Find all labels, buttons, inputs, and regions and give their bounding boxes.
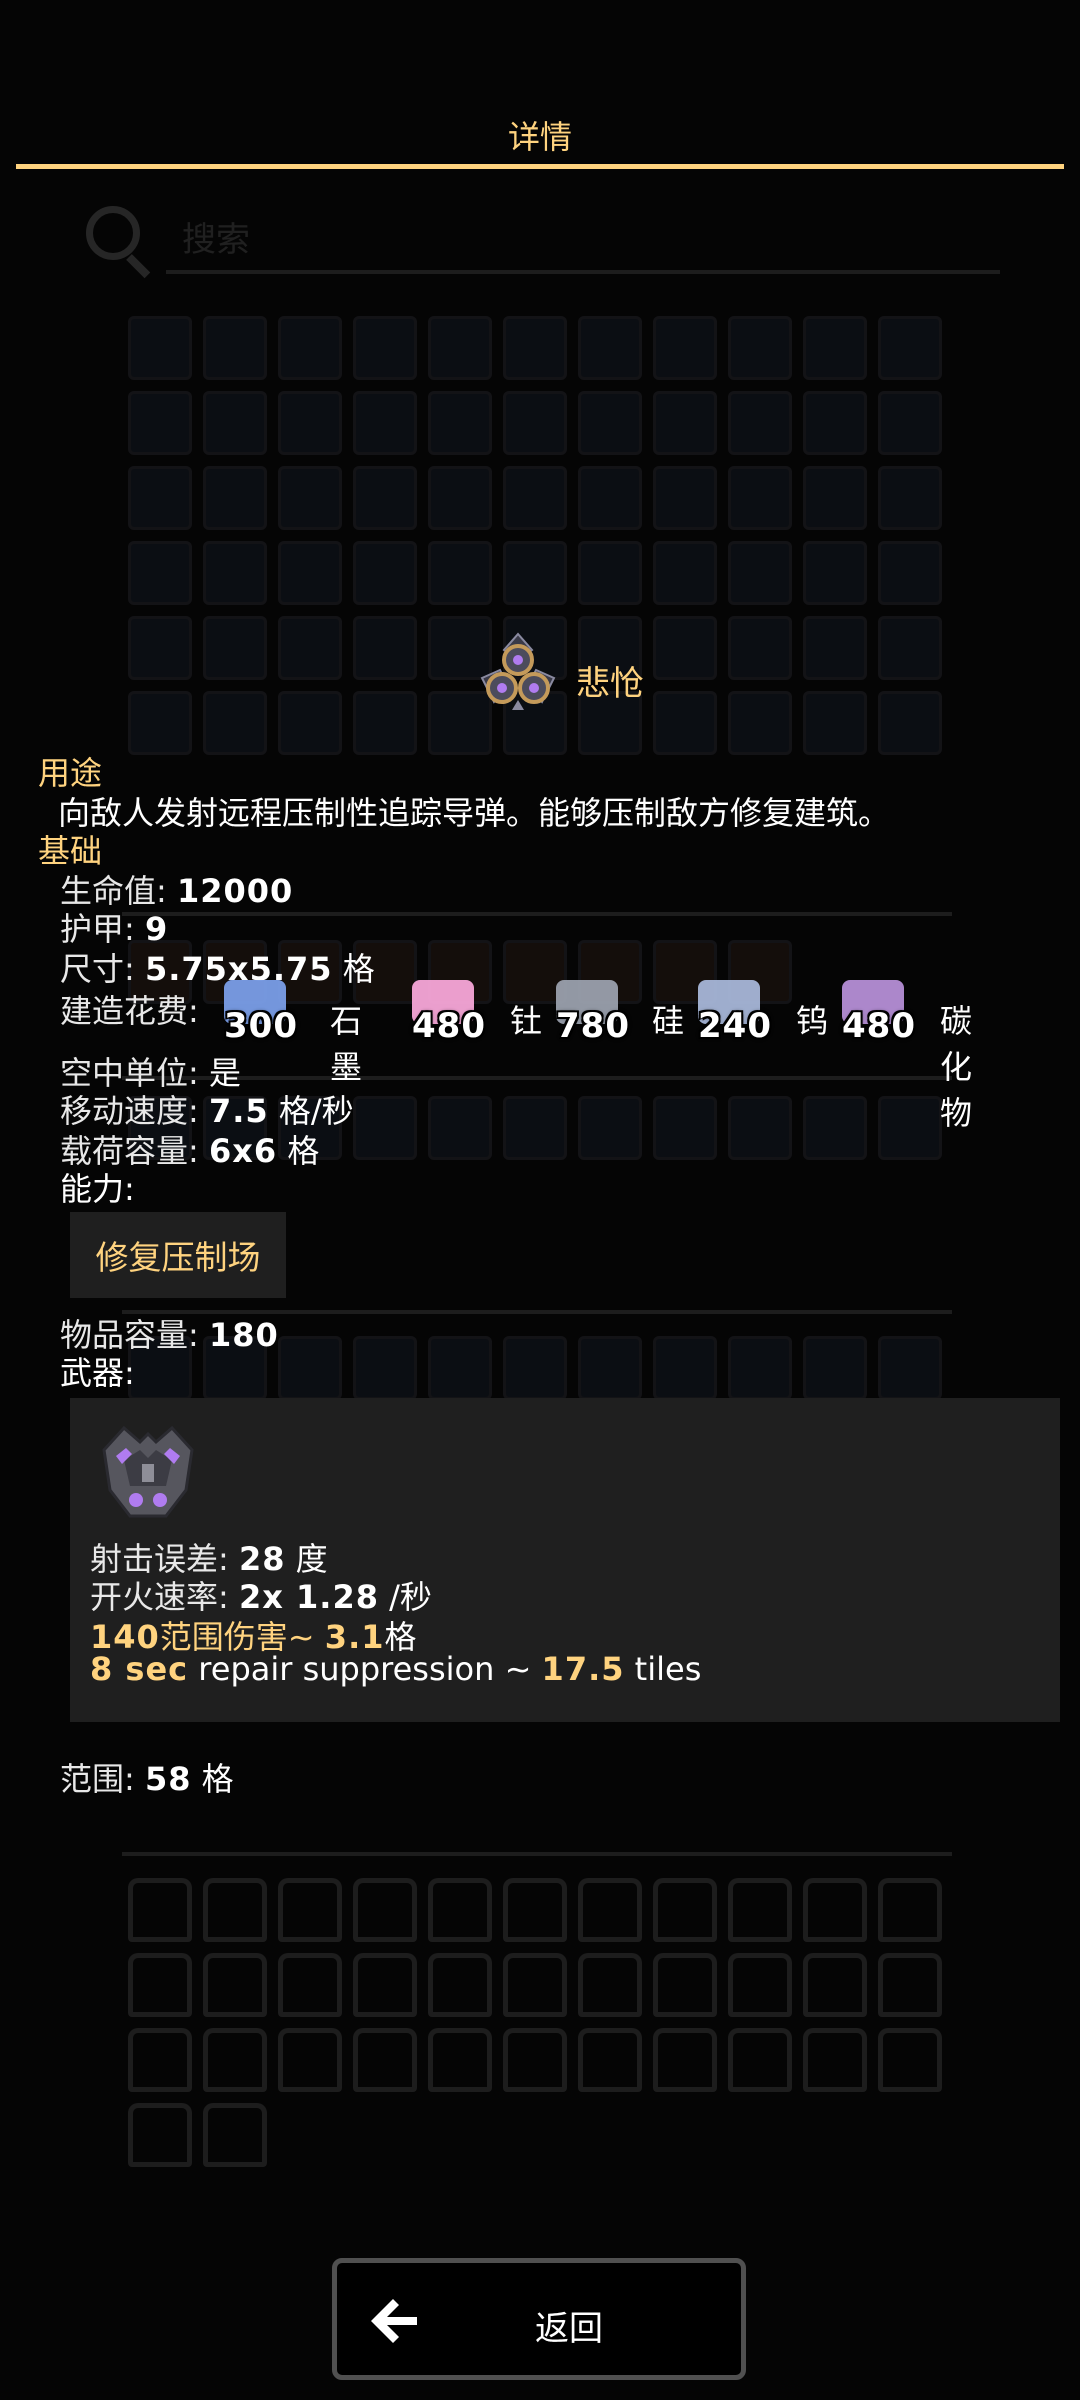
- cost-amount: 480: [412, 1006, 486, 1046]
- range-label: 范围:: [60, 1760, 145, 1798]
- arrow-left-icon: [371, 2299, 417, 2343]
- weapon-panel: 射击误差: 28 度 开火速率: 2x 1.28 /秒 140范围伤害~ 3.1…: [70, 1398, 1060, 1722]
- background-search-placeholder: 搜索: [182, 220, 250, 260]
- build-cost-row: 建造花费:: [60, 986, 199, 1046]
- size-label: 尺寸:: [60, 950, 145, 988]
- range-row: 范围: 58 格: [60, 1754, 234, 1800]
- abilities-label: 能力:: [60, 1170, 135, 1208]
- background-database: 搜索: [0, 0, 1080, 2400]
- usage-description: 向敌人发射远程压制性追踪导弹。能够压制敌方修复建筑。: [58, 794, 891, 832]
- fire-rate-label: 开火速率:: [90, 1578, 239, 1616]
- cost-name: 石墨: [330, 1002, 363, 1086]
- armor-label: 护甲:: [60, 910, 145, 948]
- range-value: 58: [144, 1760, 192, 1798]
- back-button-label: 返回: [535, 2309, 603, 2349]
- header-divider: [16, 164, 1064, 169]
- unit-detail-screen: 搜索 详情 悲怆 用途 向敌人发射远程压制性追踪导弹。能够压制敌方修复建筑。 基…: [0, 0, 1080, 2400]
- fire-rate-unit: /秒: [378, 1578, 432, 1616]
- speed-label: 移动速度:: [60, 1092, 209, 1130]
- unit-name: 悲怆: [576, 664, 644, 704]
- fire-rate-value: 2x 1.28: [238, 1578, 379, 1616]
- speed-unit: 格/秒: [268, 1092, 354, 1130]
- missile-launcher-icon: [102, 1425, 194, 1518]
- background-search-bar: 搜索: [80, 196, 1000, 276]
- cost-name: 碳化物: [940, 1002, 973, 1132]
- item-capacity-value: 180: [208, 1316, 279, 1354]
- cost-amount: 480: [842, 1006, 916, 1046]
- background-sector-grid: [128, 1878, 958, 2167]
- ability-repair-suppression[interactable]: 修复压制场: [70, 1212, 286, 1298]
- speed-value: 7.5: [208, 1092, 269, 1130]
- cost-amount: 300: [224, 1006, 298, 1046]
- search-icon: [86, 206, 140, 260]
- suppression-row: 8 sec repair suppression ~ 17.5 tiles: [90, 1650, 701, 1688]
- quell-unit-icon: [480, 632, 556, 710]
- suppression-duration: 8 sec: [90, 1650, 189, 1688]
- health-value: 12000: [176, 872, 294, 910]
- payload-unit: 格: [277, 1132, 320, 1170]
- suppression-text: repair suppression ~: [188, 1650, 542, 1688]
- range-unit: 格: [191, 1760, 234, 1798]
- weapons-label: 武器:: [60, 1354, 135, 1392]
- cost-amount: 780: [556, 1006, 630, 1046]
- size-row: 尺寸: 5.75x5.75 格: [60, 944, 375, 990]
- cost-amount: 240: [698, 1006, 772, 1046]
- suppression-range-unit: tiles: [624, 1650, 702, 1688]
- back-button[interactable]: 返回: [332, 2258, 746, 2380]
- payload-value: 6x6: [208, 1132, 278, 1170]
- page-title: 详情: [507, 118, 572, 156]
- build-cost-label: 建造花费:: [60, 992, 199, 1030]
- suppression-range-value: 17.5: [541, 1650, 625, 1688]
- size-unit: 格: [332, 950, 375, 988]
- cost-name: 钨: [796, 1002, 829, 1040]
- armor-value: 9: [144, 910, 169, 948]
- cost-name: 硅: [652, 1002, 685, 1040]
- cost-name: 钍: [510, 1002, 543, 1040]
